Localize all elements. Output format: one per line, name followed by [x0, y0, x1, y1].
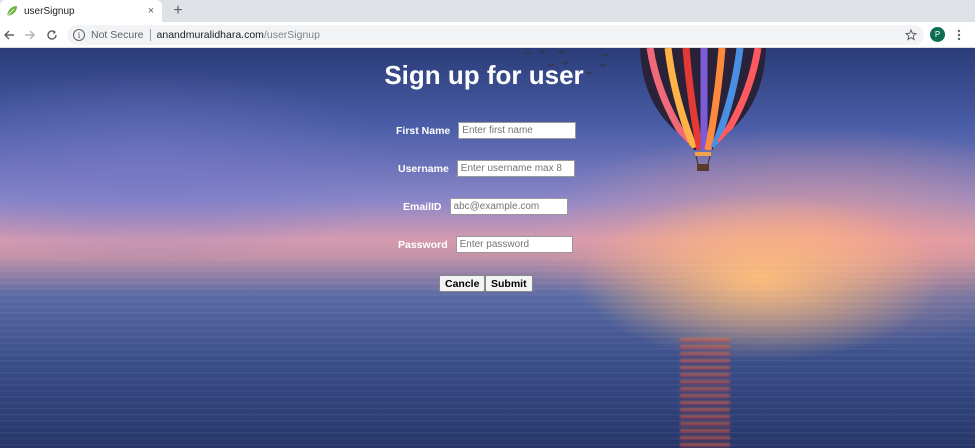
email-label: EmailID: [403, 200, 442, 213]
browser-toolbar: i Not Secure anandmuralidhara.com/userSi…: [0, 22, 975, 48]
back-arrow-icon[interactable]: [0, 26, 18, 44]
email-row: EmailID: [403, 198, 568, 215]
page-content: Sign up for user First Name Username Ema…: [0, 48, 975, 448]
info-icon[interactable]: i: [73, 29, 85, 41]
forward-arrow-icon[interactable]: [21, 26, 39, 44]
cancel-button[interactable]: Cancle: [439, 275, 486, 292]
url-path: /userSignup: [263, 29, 320, 41]
security-status[interactable]: Not Secure: [91, 29, 144, 41]
username-input[interactable]: [456, 160, 575, 177]
profile-avatar[interactable]: P: [930, 27, 945, 42]
password-row: Password: [398, 236, 573, 253]
first-name-label: First Name: [396, 124, 451, 137]
first-name-input[interactable]: [458, 122, 577, 139]
omnibox-divider: [149, 29, 151, 41]
star-icon[interactable]: [902, 26, 920, 44]
new-tab-button[interactable]: +: [170, 2, 186, 20]
close-icon[interactable]: ×: [144, 4, 158, 18]
password-label: Password: [398, 238, 448, 251]
password-input[interactable]: [455, 236, 573, 253]
address-bar[interactable]: i Not Secure anandmuralidhara.com/userSi…: [67, 25, 924, 45]
submit-button[interactable]: Submit: [485, 275, 533, 292]
username-label: Username: [398, 162, 449, 175]
tab-usersignup[interactable]: userSignup ×: [0, 0, 162, 22]
tab-title: userSignup: [24, 5, 75, 17]
reload-icon[interactable]: [43, 26, 61, 44]
username-row: Username: [398, 160, 575, 177]
email-input[interactable]: [449, 198, 568, 215]
url-host: anandmuralidhara.com: [156, 29, 264, 41]
leaf-icon: [6, 5, 18, 17]
kebab-menu-icon[interactable]: [952, 26, 966, 44]
balloon-reflection: [680, 338, 730, 448]
first-name-row: First Name: [396, 122, 577, 139]
page-title: Sign up for user: [384, 60, 584, 90]
tab-strip: userSignup × +: [0, 0, 975, 22]
